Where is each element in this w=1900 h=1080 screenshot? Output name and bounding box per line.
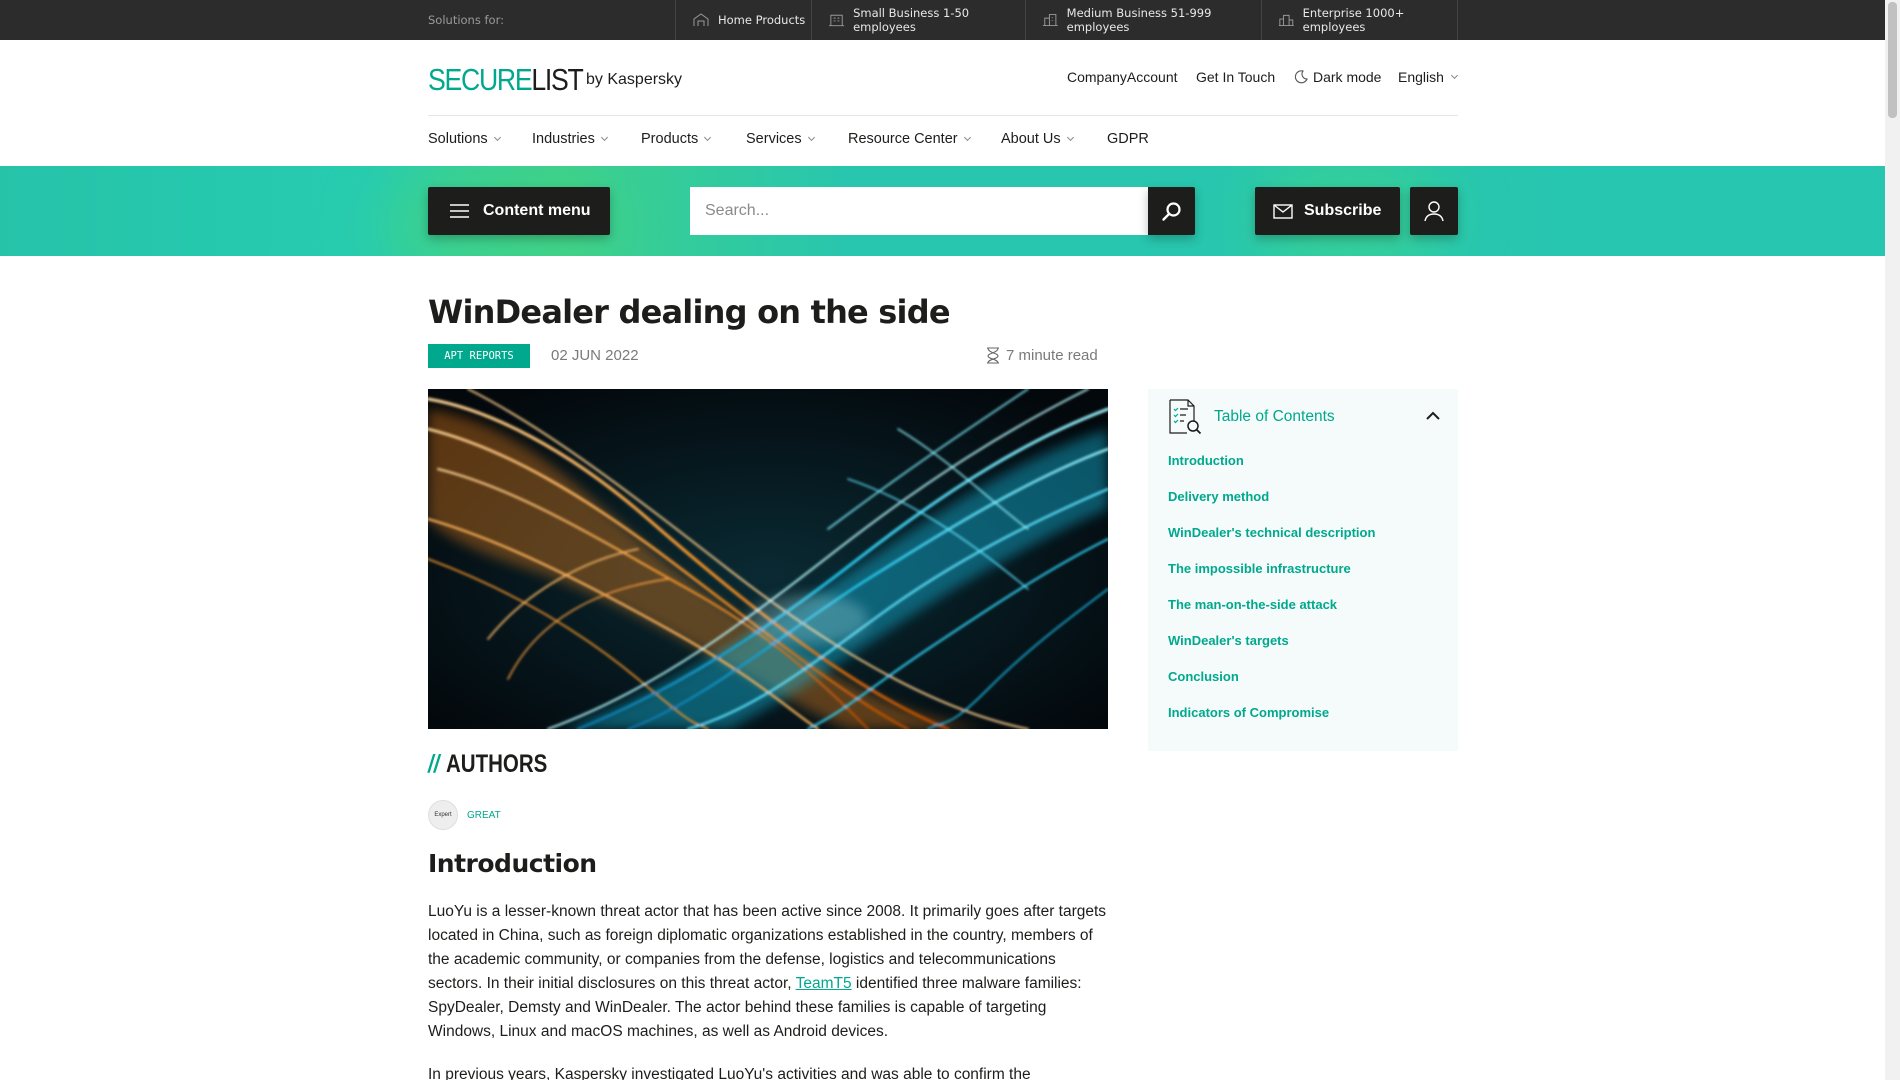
nav-industries-label: Industries [532,131,595,147]
logo-by-kaspersky: by Kaspersky [586,71,683,88]
topbar-enterprise-label: Enterprise 1000+ employees [1302,6,1405,34]
toc-item[interactable]: The man-on-the-side attack [1168,597,1375,633]
avatar: Expert [428,800,458,830]
chevron-up-icon[interactable] [1426,409,1440,423]
scrollbar-thumb[interactable] [1888,2,1897,118]
company-account-link[interactable]: CompanyAccount [1067,69,1178,85]
read-time: 7 minute read [986,347,1098,364]
get-in-touch-link[interactable]: Get In Touch [1196,69,1275,85]
chevron-down-icon [493,133,501,142]
chevron-down-icon [807,133,815,142]
subscribe-label: Subscribe [1304,202,1382,219]
chevron-down-icon [1450,71,1458,80]
topbar-medium-business-label: Medium Business 51-999 employees [1066,6,1212,34]
nav-solutions-label: Solutions [428,131,488,147]
small-business-icon [828,14,845,27]
subscribe-button[interactable]: Subscribe [1255,187,1400,235]
nav-resource-center-label: Resource Center [848,131,958,147]
language-label: English [1398,69,1444,85]
light-streaks-image [428,389,1108,729]
toc-item[interactable]: WinDealer's technical description [1168,525,1375,561]
topbar-home-products[interactable]: Home Products [675,0,812,40]
nav-services-label: Services [746,131,802,147]
hourglass-icon [987,347,999,364]
article-hero-image [428,389,1108,729]
toc-item[interactable]: Conclusion [1168,669,1375,705]
chevron-down-icon [600,133,608,142]
logo-wordmark: SECURELIST [428,62,584,97]
toc-item[interactable]: Delivery method [1168,489,1375,525]
nav-products[interactable]: Products [641,131,712,147]
dark-mode-toggle[interactable]: Dark mode [1294,69,1381,85]
account-button[interactable] [1410,187,1458,235]
user-icon [1424,201,1444,222]
intro-paragraph: LuoYu is a lesser-known threat actor tha… [428,903,1107,1040]
second-paragraph: In previous years, Kaspersky investigate… [428,1066,1031,1080]
toc-header[interactable]: Table of Contents [1168,399,1335,435]
nav-gdpr[interactable]: GDPR [1107,131,1149,147]
search-button[interactable] [1148,187,1195,235]
nav-services[interactable]: Services [746,131,815,147]
authors-heading-label: AUTHORS [445,750,548,778]
article-date: 02 JUN 2022 [551,347,639,364]
medium-business-icon [1042,13,1058,27]
topbar-enterprise[interactable]: Enterprise 1000+ employees [1261,0,1458,40]
nav-about-us[interactable]: About Us [1001,131,1074,147]
enterprise-icon [1278,14,1294,27]
scrollbar-track[interactable] [1885,0,1900,1080]
chevron-down-icon [704,133,712,142]
solutions-label: Solutions for: [428,13,504,27]
toc-title: Table of Contents [1214,408,1335,425]
home-icon [693,13,709,26]
toc-item[interactable]: WinDealer's targets [1168,633,1375,669]
search-input[interactable] [690,187,1148,235]
author-entry[interactable]: Expert GREAT [428,800,501,830]
solutions-topbar: Solutions for: Home Products Small Busin… [0,0,1885,40]
toc-list: Introduction Delivery method WinDealer's… [1168,453,1375,741]
toc-item[interactable]: The impossible infrastructure [1168,561,1375,597]
topbar-small-business-label: Small Business 1-50 employees [853,6,970,34]
dark-mode-label: Dark mode [1313,69,1382,85]
nav-resource-center[interactable]: Resource Center [848,131,971,147]
table-of-contents: Table of Contents Introduction Delivery … [1148,389,1458,751]
read-time-label: 7 minute read [1006,347,1098,364]
introduction-heading: Introduction [428,849,597,878]
nav-gdpr-label: GDPR [1107,131,1149,147]
envelope-icon [1273,203,1293,219]
topbar-divider [1457,0,1458,40]
moon-icon [1294,70,1308,84]
nav-industries[interactable]: Industries [532,131,608,147]
apt-reports-tag[interactable]: APT REPORTS [428,344,530,368]
securelist-logo[interactable]: SECURELIST by Kaspersky [428,62,682,98]
hamburger-icon [450,204,469,218]
document-search-icon [1169,399,1202,435]
content-menu-button[interactable]: Content menu [428,187,610,235]
topbar-small-business[interactable]: Small Business 1-50 employees [811,0,1026,40]
teamt5-link[interactable]: TeamT5 [796,975,852,992]
header-divider [428,115,1458,116]
topbar-home-products-label: Home Products [718,13,806,27]
toc-item[interactable]: Indicators of Compromise [1168,705,1375,741]
authors-slash: // [428,750,440,778]
content-menu-label: Content menu [483,202,591,219]
article-title: WinDealer dealing on the side [428,293,951,331]
nav-products-label: Products [641,131,699,147]
chevron-down-icon [1066,133,1074,142]
nav-solutions[interactable]: Solutions [428,131,501,147]
topbar-medium-business[interactable]: Medium Business 51-999 employees [1025,0,1262,40]
chevron-down-icon [963,133,971,142]
search-icon [1161,202,1181,221]
toc-item[interactable]: Introduction [1168,453,1375,489]
language-selector[interactable]: English [1398,69,1458,85]
authors-heading: // AUTHORS [428,750,547,779]
author-name[interactable]: GREAT [467,810,501,821]
nav-about-us-label: About Us [1001,131,1061,147]
